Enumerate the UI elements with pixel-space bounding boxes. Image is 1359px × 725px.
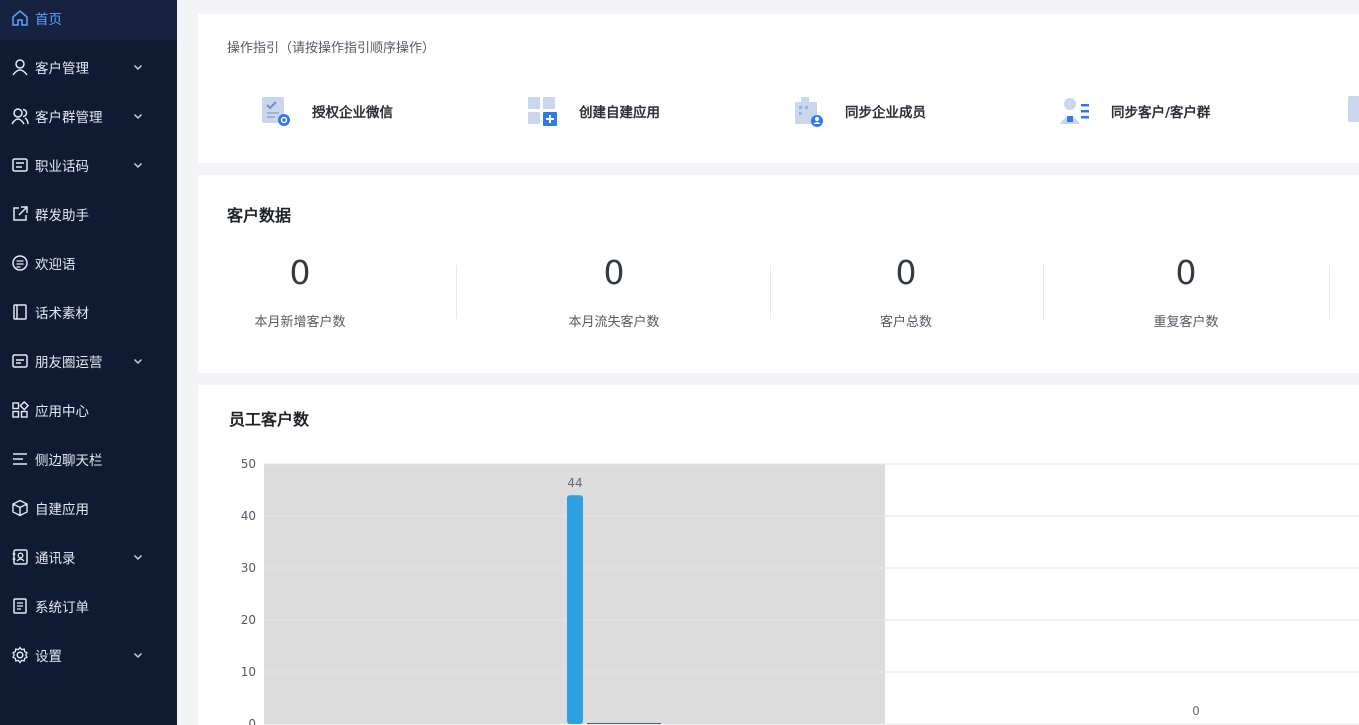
sidebar-item[interactable]: 客户群管理 (0, 94, 177, 138)
sidebar-item[interactable]: 侧边聊天栏 (0, 437, 177, 481)
sidebar-item-label: 职业话码 (35, 159, 89, 175)
sidebar-item[interactable]: 职业话码 (0, 143, 177, 187)
stat-label: 本月流失客户数 (568, 315, 660, 330)
guide-step-partial-icon (1346, 94, 1359, 124)
sidebar-item-label: 群发助手 (35, 208, 89, 224)
stat-value: 0 (1175, 253, 1197, 292)
cube-icon (11, 499, 29, 517)
guide-step-label: 同步企业成员 (845, 105, 926, 121)
y-tick-label: 10 (241, 665, 256, 679)
apps-icon (11, 401, 29, 419)
stat-value: 0 (289, 253, 311, 292)
share-icon (11, 205, 29, 223)
chevron-down-icon[interactable] (132, 159, 144, 171)
sidebar-item[interactable]: 设置 (0, 633, 177, 677)
stat-label: 本月新增客户数 (254, 315, 346, 330)
sidebar: 首页客户管理客户群管理职业话码群发助手欢迎语话术素材朋友圈运营应用中心侧边聊天栏… (0, 0, 177, 725)
employee-chart-card: 员工客户数 0 10 20 30 40 50 44 0 (198, 385, 1359, 725)
divider (456, 265, 457, 319)
y-tick-label: 50 (241, 457, 256, 471)
gear-icon (11, 646, 29, 664)
guide-step-label: 同步客户/客户群 (1111, 105, 1211, 121)
sidebar-item-label: 话术素材 (35, 306, 89, 322)
sidebar-item[interactable]: 客户管理 (0, 45, 177, 89)
message-icon (11, 254, 29, 272)
y-tick-label: 20 (241, 613, 256, 627)
sidebar-item-label: 通讯录 (35, 551, 76, 567)
sidebar-item[interactable]: 欢迎语 (0, 241, 177, 285)
guide-step-sync-members[interactable]: 同步企业成员 (791, 91, 926, 131)
sidebar-item-label: 首页 (35, 12, 62, 28)
sync-customers-icon (1057, 94, 1091, 128)
sidebar-item[interactable]: 自建应用 (0, 486, 177, 530)
divider (1043, 265, 1044, 319)
guide-step-create-app[interactable]: 创建自建应用 (525, 91, 660, 131)
book-icon (11, 303, 29, 321)
bar-value-label: 0 (1192, 704, 1200, 718)
sidebar-item[interactable]: 系统订单 (0, 584, 177, 628)
moments-icon (11, 352, 29, 370)
chevron-down-icon[interactable] (132, 110, 144, 122)
contacts-icon (11, 548, 29, 566)
sidebar-item-label: 设置 (35, 649, 62, 665)
sidebar-item[interactable]: 通讯录 (0, 535, 177, 579)
guide-step-label: 授权企业微信 (312, 105, 393, 121)
divider (770, 265, 771, 319)
guide-card: 操作指引（请按操作指引顺序操作） 授权企业微信 创建自建应用 同步企业成员 同步… (198, 14, 1359, 163)
script-icon (11, 156, 29, 174)
bar (567, 495, 583, 724)
sidebar-item-label: 侧边聊天栏 (35, 453, 103, 469)
sidebar-item-label: 应用中心 (35, 404, 89, 420)
divider (1329, 265, 1330, 319)
stat-total-customers: 0 客户总数 (856, 251, 956, 330)
sidebar-item[interactable]: 话术素材 (0, 290, 177, 334)
chevron-down-icon[interactable] (132, 61, 144, 73)
stat-duplicate-customers: 0 重复客户数 (1136, 251, 1236, 330)
stat-new-customers: 0 本月新增客户数 (234, 251, 366, 330)
authorize-icon (258, 94, 292, 128)
customer-data-title: 客户数据 (227, 206, 292, 225)
sync-members-icon (791, 94, 825, 128)
stat-label: 客户总数 (879, 315, 932, 330)
guide-step-label: 创建自建应用 (579, 105, 660, 121)
order-icon (11, 597, 29, 615)
stat-value: 0 (895, 253, 917, 292)
sidebar-item-label: 朋友圈运营 (35, 355, 103, 371)
employee-bar-chart: 0 10 20 30 40 50 44 0 (241, 457, 1359, 725)
chevron-down-icon[interactable] (132, 649, 144, 661)
stat-value: 0 (603, 253, 625, 292)
sidebar-item-label: 客户群管理 (35, 110, 103, 126)
menu-lines-icon (11, 450, 29, 468)
create-app-icon (525, 94, 559, 128)
stat-lost-customers: 0 本月流失客户数 (548, 251, 680, 330)
y-tick-label: 40 (241, 509, 256, 523)
sidebar-item-label: 系统订单 (35, 600, 89, 616)
guide-title: 操作指引（请按操作指引顺序操作） (227, 41, 436, 56)
bar-value-label: 44 (567, 476, 582, 490)
customer-data-card: 客户数据 0 本月新增客户数 0 本月流失客户数 0 客户总数 0 重复客户数 (198, 175, 1359, 373)
y-tick-label: 30 (241, 561, 256, 575)
group-icon (11, 107, 29, 125)
stat-label: 重复客户数 (1153, 315, 1219, 330)
chevron-down-icon[interactable] (132, 355, 144, 367)
home-icon (11, 9, 29, 27)
sidebar-item[interactable]: 群发助手 (0, 192, 177, 236)
chevron-down-icon[interactable] (132, 551, 144, 563)
sidebar-item[interactable]: 应用中心 (0, 388, 177, 432)
bar (587, 723, 661, 724)
sidebar-item-label: 自建应用 (35, 502, 89, 518)
guide-step-authorize[interactable]: 授权企业微信 (258, 91, 393, 131)
sidebar-item-label: 欢迎语 (35, 257, 76, 273)
sidebar-item-label: 客户管理 (35, 61, 89, 77)
guide-step-sync-customers[interactable]: 同步客户/客户群 (1057, 91, 1210, 131)
y-tick-label: 0 (248, 717, 256, 725)
sidebar-item[interactable]: 首页 (0, 0, 177, 40)
sidebar-item[interactable]: 朋友圈运营 (0, 339, 177, 383)
user-icon (11, 58, 29, 76)
